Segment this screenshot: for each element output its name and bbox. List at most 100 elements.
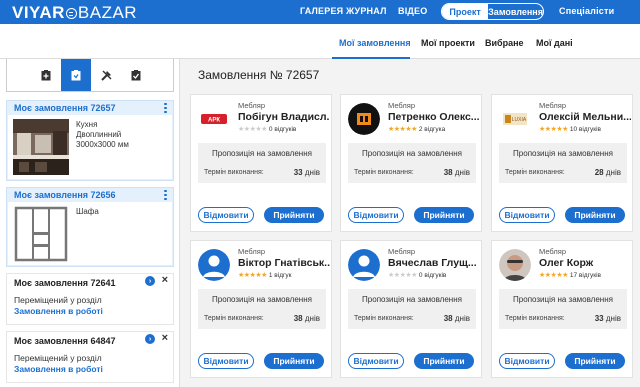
accept-button[interactable]: Прийняти — [414, 353, 474, 369]
rating-stars: ★★★★★ 2 відгука — [388, 126, 446, 133]
accept-button[interactable]: Прийняти — [414, 207, 474, 223]
arrow-right-icon[interactable]: › — [145, 276, 155, 286]
globe-icon — [65, 7, 77, 19]
page-title: Замовлення № 72657 — [198, 68, 320, 82]
order-title: Моє замовлення 72657 — [14, 103, 116, 113]
status-link[interactable]: Замовлення в роботі — [14, 306, 166, 317]
order-title: Моє замовлення 72656 — [14, 190, 116, 200]
reviews-count[interactable]: 17 відгуків — [570, 272, 601, 279]
term-days: 38 днів — [443, 314, 470, 323]
avatar[interactable]: АРК — [198, 103, 230, 135]
reviews-count[interactable]: 0 відгуків — [419, 272, 446, 279]
active-tab-indicator — [332, 57, 410, 59]
term-days: 38 днів — [293, 314, 320, 323]
reviews-count[interactable]: 2 відгука — [419, 126, 445, 133]
tab-favorites[interactable]: Вибране — [485, 38, 524, 48]
decline-button[interactable]: Відмовити — [198, 207, 254, 223]
rating-stars: ★★★★★ 1 відгук — [238, 272, 292, 279]
reviews-count[interactable]: 1 відгук — [269, 272, 292, 279]
order-title: Моє замовлення 64847 — [14, 336, 116, 346]
nav-journal[interactable]: ЖУРНАЛ — [346, 6, 387, 16]
decline-button[interactable]: Відмовити — [499, 353, 555, 369]
more-menu-icon[interactable] — [164, 190, 167, 200]
tab-my-orders[interactable]: Мої замовлення — [339, 38, 411, 48]
order-item[interactable]: Моє замовлення 72641 › × Переміщений у р… — [6, 273, 174, 325]
avatar[interactable] — [348, 249, 380, 281]
nav-specialists[interactable]: Спеціалісти — [559, 6, 614, 16]
accept-button[interactable]: Прийняти — [565, 207, 625, 223]
sidebar-toolbar — [6, 59, 174, 92]
specialist-role: Мебляр — [238, 101, 265, 110]
logo[interactable]: VIYAR BAZAR — [12, 3, 137, 23]
tools-icon[interactable] — [91, 59, 121, 91]
switch-orders[interactable]: Замовлення — [488, 4, 543, 19]
tab-my-data[interactable]: Мої дані — [536, 38, 573, 48]
svg-text:LUXIA: LUXIA — [512, 117, 527, 123]
proposal-box: Пропозиція на замовлення Термін виконання… — [499, 289, 627, 329]
nav-video[interactable]: ВІДЕО — [398, 6, 427, 16]
specialist-role: Мебляр — [238, 247, 265, 256]
specialist-name[interactable]: Побігун Владисл... — [238, 111, 330, 123]
account-tabs: Мої замовлення Мої проекти Вибране Мої д… — [0, 24, 640, 59]
avatar[interactable]: LUXIA — [499, 103, 531, 135]
accept-button[interactable]: Прийняти — [565, 353, 625, 369]
nav-gallery[interactable]: ГАЛЕРЕЯ — [300, 6, 343, 16]
proposal-card: Мебляр Віктор Гнатівськ... ★★★★★ 1 відгук Пр… — [190, 240, 332, 378]
reviews-count[interactable]: 0 відгуків — [269, 126, 296, 133]
checklist-icon[interactable] — [121, 59, 151, 91]
logo-viyar: VIYAR — [12, 3, 65, 22]
decline-button[interactable]: Відмовити — [499, 207, 555, 223]
specialist-role: Мебляр — [388, 247, 415, 256]
status-link[interactable]: Замовлення в роботі — [14, 364, 166, 375]
proposal-box: Пропозиція на замовлення Термін виконання… — [499, 143, 627, 183]
specialist-name[interactable]: Олег Корж — [539, 257, 631, 269]
accept-button[interactable]: Прийняти — [264, 207, 324, 223]
proposal-card: LUXIA Мебляр Олексій Мельни... ★★★★★ 10 відг… — [491, 94, 633, 232]
avatar[interactable] — [348, 103, 380, 135]
proposal-title: Пропозиція на замовлення — [362, 295, 462, 304]
avatar[interactable] — [499, 249, 531, 281]
term-label: Термін виконання: — [354, 169, 414, 176]
close-icon[interactable]: × — [162, 274, 168, 286]
switch-project[interactable]: Проект — [442, 4, 489, 19]
moved-label: Переміщений у розділ — [14, 295, 102, 305]
order-size: 3000x3000 мм — [76, 140, 129, 149]
orders-icon[interactable] — [61, 59, 91, 91]
proposal-box: Пропозиція на замовлення Термін виконання… — [198, 289, 326, 329]
proposal-card: АРК Мебляр Побігун Владисл... ★★★★★ 0 відгук… — [190, 94, 332, 232]
proposal-card: Мебляр Петренко Олекс... ★★★★★ 2 відгука Про… — [340, 94, 482, 232]
avatar[interactable] — [198, 249, 230, 281]
decline-button[interactable]: Відмовити — [348, 207, 404, 223]
proposal-title: Пропозиція на замовлення — [513, 295, 613, 304]
term-label: Термін виконання: — [204, 315, 264, 322]
proposal-title: Пропозиція на замовлення — [362, 149, 462, 158]
proposal-box: Пропозиція на замовлення Термін виконання… — [198, 143, 326, 183]
arrow-right-icon[interactable]: › — [145, 334, 155, 344]
proposal-title: Пропозиція на замовлення — [212, 295, 312, 304]
add-document-icon[interactable] — [31, 59, 61, 91]
specialist-role: Мебляр — [539, 101, 566, 110]
specialist-name[interactable]: Вячеслав Глущ... — [388, 257, 480, 269]
wardrobe-thumbnail — [13, 206, 69, 262]
specialist-name[interactable]: Віктор Гнатівськ... — [238, 257, 330, 269]
specialist-name[interactable]: Петренко Олекс... — [388, 111, 480, 123]
specialist-name[interactable]: Олексій Мельни... — [539, 111, 631, 123]
order-item[interactable]: Моє замовлення 72656 Шафа — [6, 187, 174, 267]
term-days: 28 днів — [594, 168, 621, 177]
specialist-role: Мебляр — [539, 247, 566, 256]
close-icon[interactable]: × — [162, 332, 168, 344]
order-description: Кухня Двоплинний 3000x3000 мм — [76, 120, 129, 150]
logo-bazar: BAZAR — [77, 3, 138, 22]
decline-button[interactable]: Відмовити — [348, 353, 404, 369]
decline-button[interactable]: Відмовити — [198, 353, 254, 369]
accept-button[interactable]: Прийняти — [264, 353, 324, 369]
tab-my-projects[interactable]: Мої проекти — [421, 38, 475, 48]
order-item[interactable]: Моє замовлення 64847 › × Переміщений у р… — [6, 331, 174, 383]
more-menu-icon[interactable] — [164, 103, 167, 113]
proposal-title: Пропозиція на замовлення — [513, 149, 613, 158]
rating-stars: ★★★★★ 10 відгуків — [539, 126, 601, 133]
term-days: 38 днів — [443, 168, 470, 177]
reviews-count[interactable]: 10 відгуків — [570, 126, 601, 133]
rating-stars: ★★★★★ 17 відгуків — [539, 272, 601, 279]
order-item[interactable]: Моє замовлення 72657 Кухня Двоплинний 30… — [6, 100, 174, 181]
